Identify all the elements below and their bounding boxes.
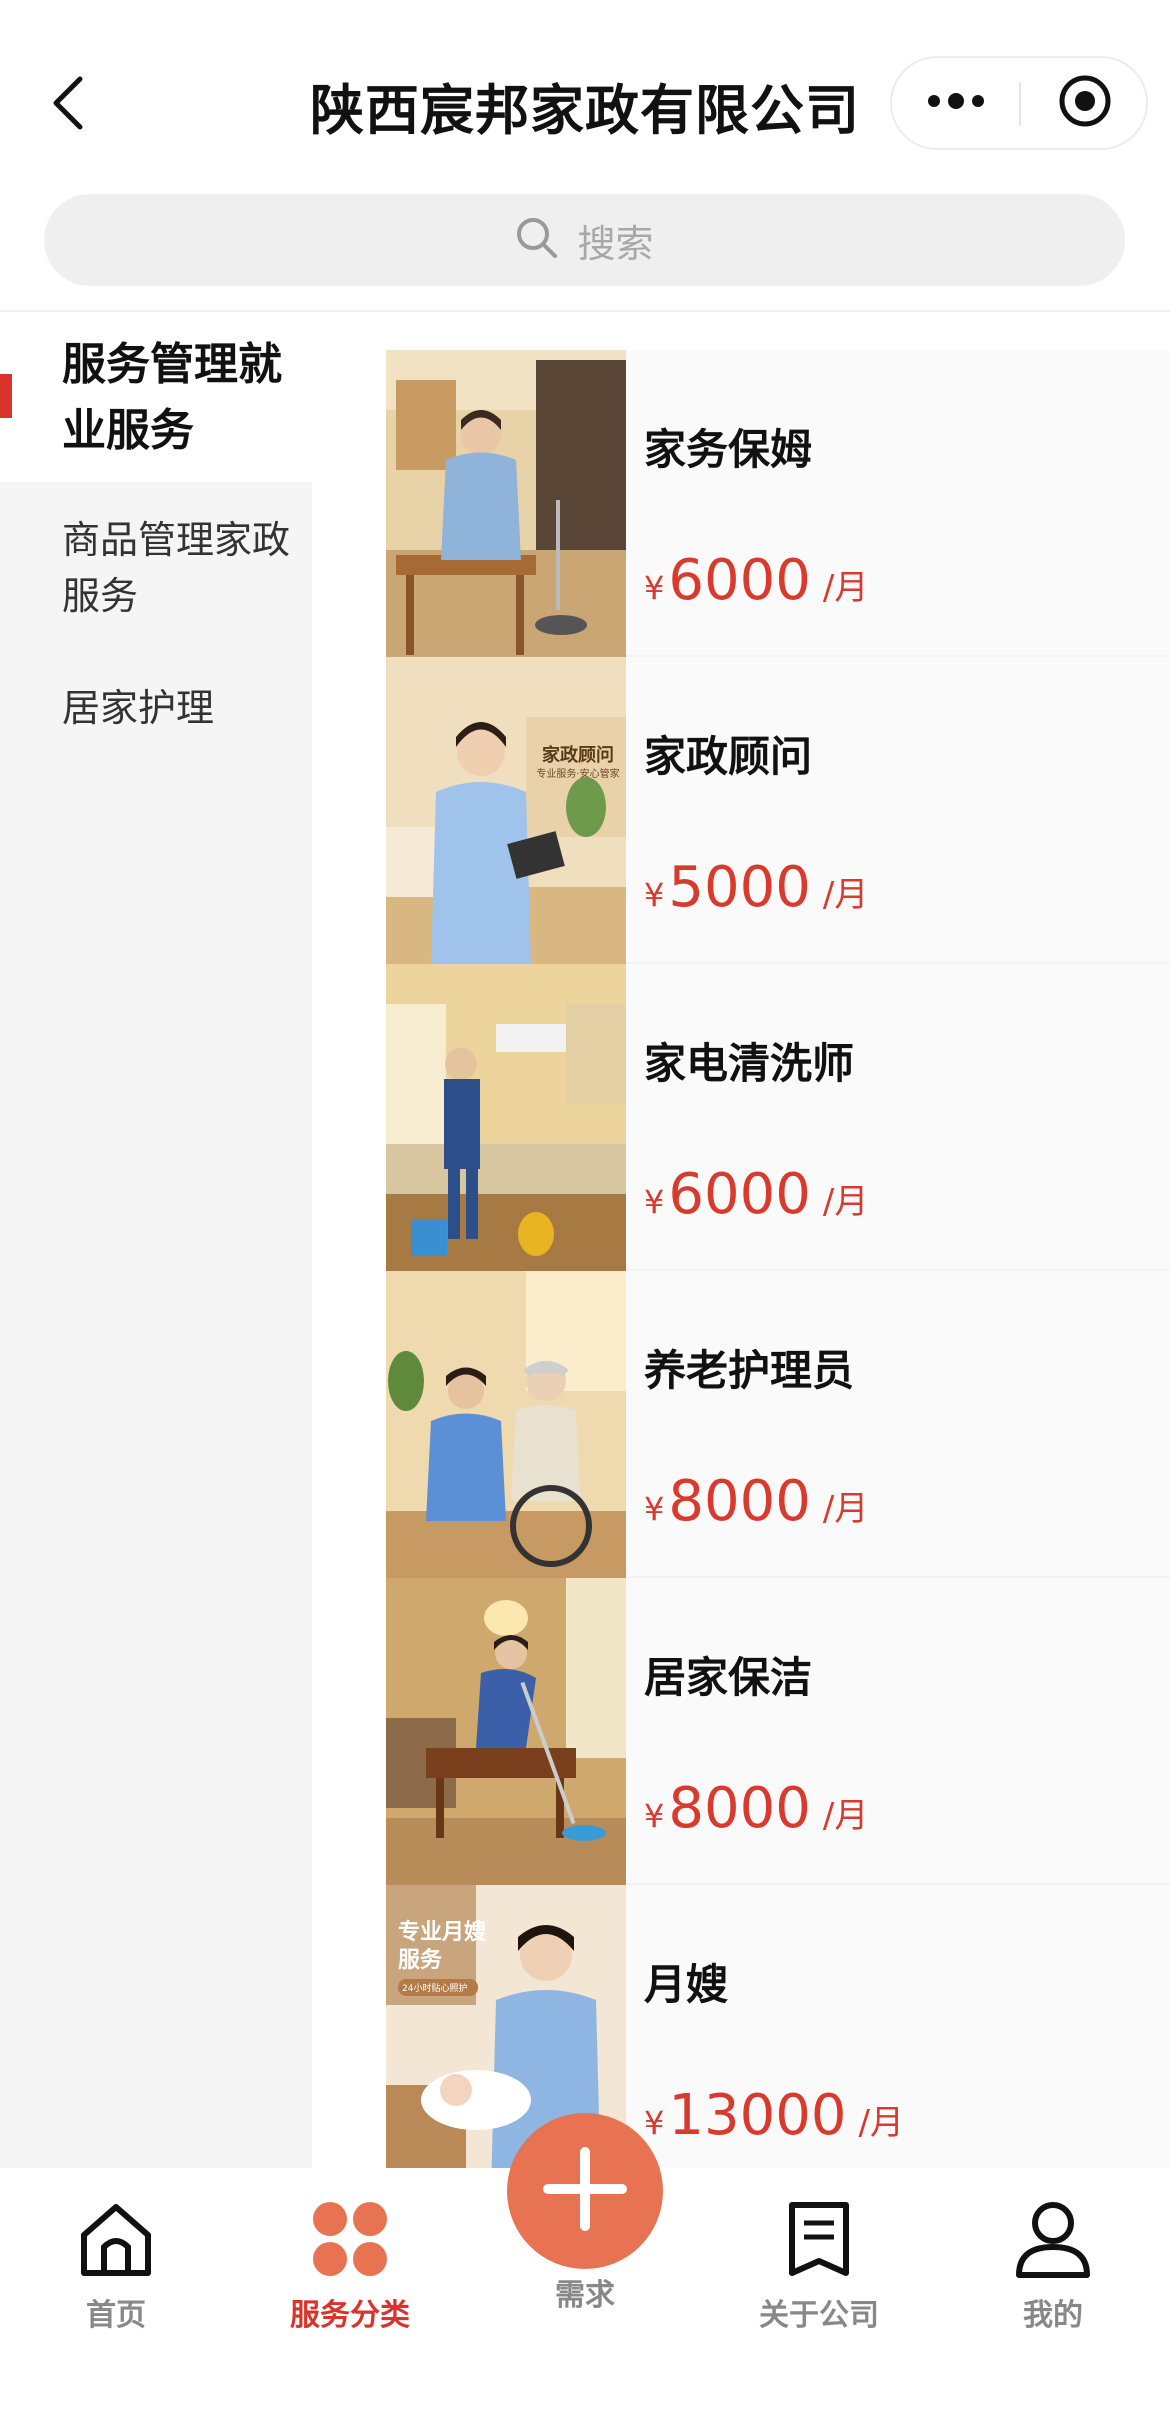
price-amount: 13000 (668, 2083, 847, 2148)
price-currency: ¥ (644, 2104, 665, 2142)
product-image (386, 1578, 626, 1885)
product-price: ¥6000/月 (644, 1162, 868, 1227)
search-placeholder: 搜索 (577, 221, 654, 266)
back-button[interactable] (38, 70, 98, 140)
nav-header: 陕西宸邦家政有限公司 搜索 (0, 0, 1170, 286)
target-icon (1057, 73, 1113, 133)
price-unit: /月 (822, 875, 869, 915)
product-price: ¥6000/月 (644, 548, 868, 613)
product-name: 月嫂 (644, 1960, 729, 2009)
tab-about-company[interactable]: 关于公司 (719, 2186, 919, 2336)
product-list: 家务保姆 ¥6000/月 家政顾问 专业服务·安心管家 家政顾问 ¥5000 /… (312, 312, 1170, 2168)
page-title: 陕西宸邦家政有限公司 (310, 79, 860, 142)
price-currency: ¥ (644, 876, 665, 914)
product-image (386, 964, 626, 1271)
price-currency: ¥ (644, 569, 665, 607)
product-price: ¥13000/月 (644, 2083, 904, 2148)
sidebar-item-housekeeping[interactable]: 商品管理家政服务 (0, 482, 312, 622)
sidebar-item-label: 居家护理 (62, 686, 215, 730)
sidebar-item-label: 商品管理家政服务 (62, 518, 291, 618)
product-name: 养老护理员 (644, 1346, 855, 1395)
home-icon (76, 2199, 156, 2283)
more-button[interactable] (892, 58, 1020, 148)
product-card-consultant[interactable]: 家政顾问 专业服务·安心管家 家政顾问 ¥5000/月 (386, 657, 1170, 964)
product-price: ¥8000/月 (644, 1776, 868, 1841)
active-indicator (0, 374, 12, 418)
tab-label: 首页 (86, 2298, 146, 2333)
close-program-button[interactable] (1021, 58, 1149, 148)
product-image (386, 1271, 626, 1578)
product-card-cleaner[interactable]: 居家保洁 ¥8000/月 (386, 1578, 1170, 1885)
sidebar-item-home-care[interactable]: 居家护理 (0, 652, 312, 762)
price-currency: ¥ (644, 1490, 665, 1528)
product-card-elderly-caregiver[interactable]: 养老护理员 ¥8000/月 (386, 1271, 1170, 1578)
product-card-nanny[interactable]: 家务保姆 ¥6000/月 (386, 350, 1170, 657)
product-card-maternity-nanny[interactable]: 专业月嫂服务 24小时贴心照护 月嫂 ¥13000/月 (386, 1885, 1170, 2168)
image-caption: 家政顾问 (542, 745, 614, 766)
price-amount: 6000 (668, 1162, 811, 1227)
price-amount: 8000 (668, 1776, 811, 1841)
sidebar-item-employment[interactable]: 服务管理就业服务 (0, 312, 312, 482)
demand-label: 需求 (555, 2278, 615, 2313)
category-sidebar: 服务管理就业服务 商品管理家政服务 居家护理 (0, 312, 312, 2168)
image-subcaption: 专业服务·安心管家 (536, 769, 620, 780)
product-name: 家电清洗师 (644, 1039, 855, 1088)
product-image: 家政顾问 专业服务·安心管家 (386, 657, 626, 964)
document-icon (784, 2199, 854, 2283)
demand-button[interactable] (507, 2113, 663, 2269)
tab-service-category[interactable]: 服务分类 (250, 2186, 450, 2336)
product-name: 家政顾问 (644, 732, 813, 781)
product-price: ¥5000/月 (644, 855, 868, 920)
page: 陕西宸邦家政有限公司 搜索 服务管理就业服务 商品管理家政服务 居家护理 家务保… (0, 0, 1170, 2429)
price-currency: ¥ (644, 1797, 665, 1835)
image-subcaption: 24小时贴心照护 (398, 1979, 478, 1996)
tab-label: 关于公司 (759, 2298, 879, 2333)
sidebar-item-label: 服务管理就业服务 (62, 339, 282, 456)
price-currency: ¥ (644, 1183, 665, 1221)
mini-program-capsule (890, 56, 1148, 150)
product-price: ¥8000/月 (644, 1469, 868, 1534)
price-unit: /月 (822, 1489, 869, 1529)
product-image (386, 350, 626, 657)
product-card-appliance-cleaner[interactable]: 家电清洗师 ¥6000/月 (386, 964, 1170, 1271)
more-dots-icon (926, 91, 986, 115)
image-caption: 专业月嫂服务 (398, 1920, 487, 1973)
product-name: 居家保洁 (644, 1653, 813, 1702)
price-unit: /月 (822, 568, 869, 608)
price-amount: 6000 (668, 548, 811, 613)
plus-icon (540, 2144, 630, 2238)
tab-label: 服务分类 (290, 2298, 410, 2333)
search-icon (515, 216, 559, 264)
price-amount: 5000 (668, 855, 811, 920)
price-unit: /月 (822, 1796, 869, 1836)
product-name: 家务保姆 (644, 425, 813, 474)
price-amount: 8000 (668, 1469, 811, 1534)
tab-home[interactable]: 首页 (16, 2186, 216, 2336)
tab-mine[interactable]: 我的 (953, 2186, 1153, 2336)
chevron-left-icon (48, 73, 88, 137)
tab-label: 我的 (1023, 2298, 1083, 2333)
user-icon (1013, 2199, 1093, 2283)
price-unit: /月 (858, 2103, 904, 2143)
price-unit: /月 (822, 1182, 869, 1222)
search-bar[interactable]: 搜索 (44, 194, 1125, 286)
category-icon (310, 2199, 390, 2283)
